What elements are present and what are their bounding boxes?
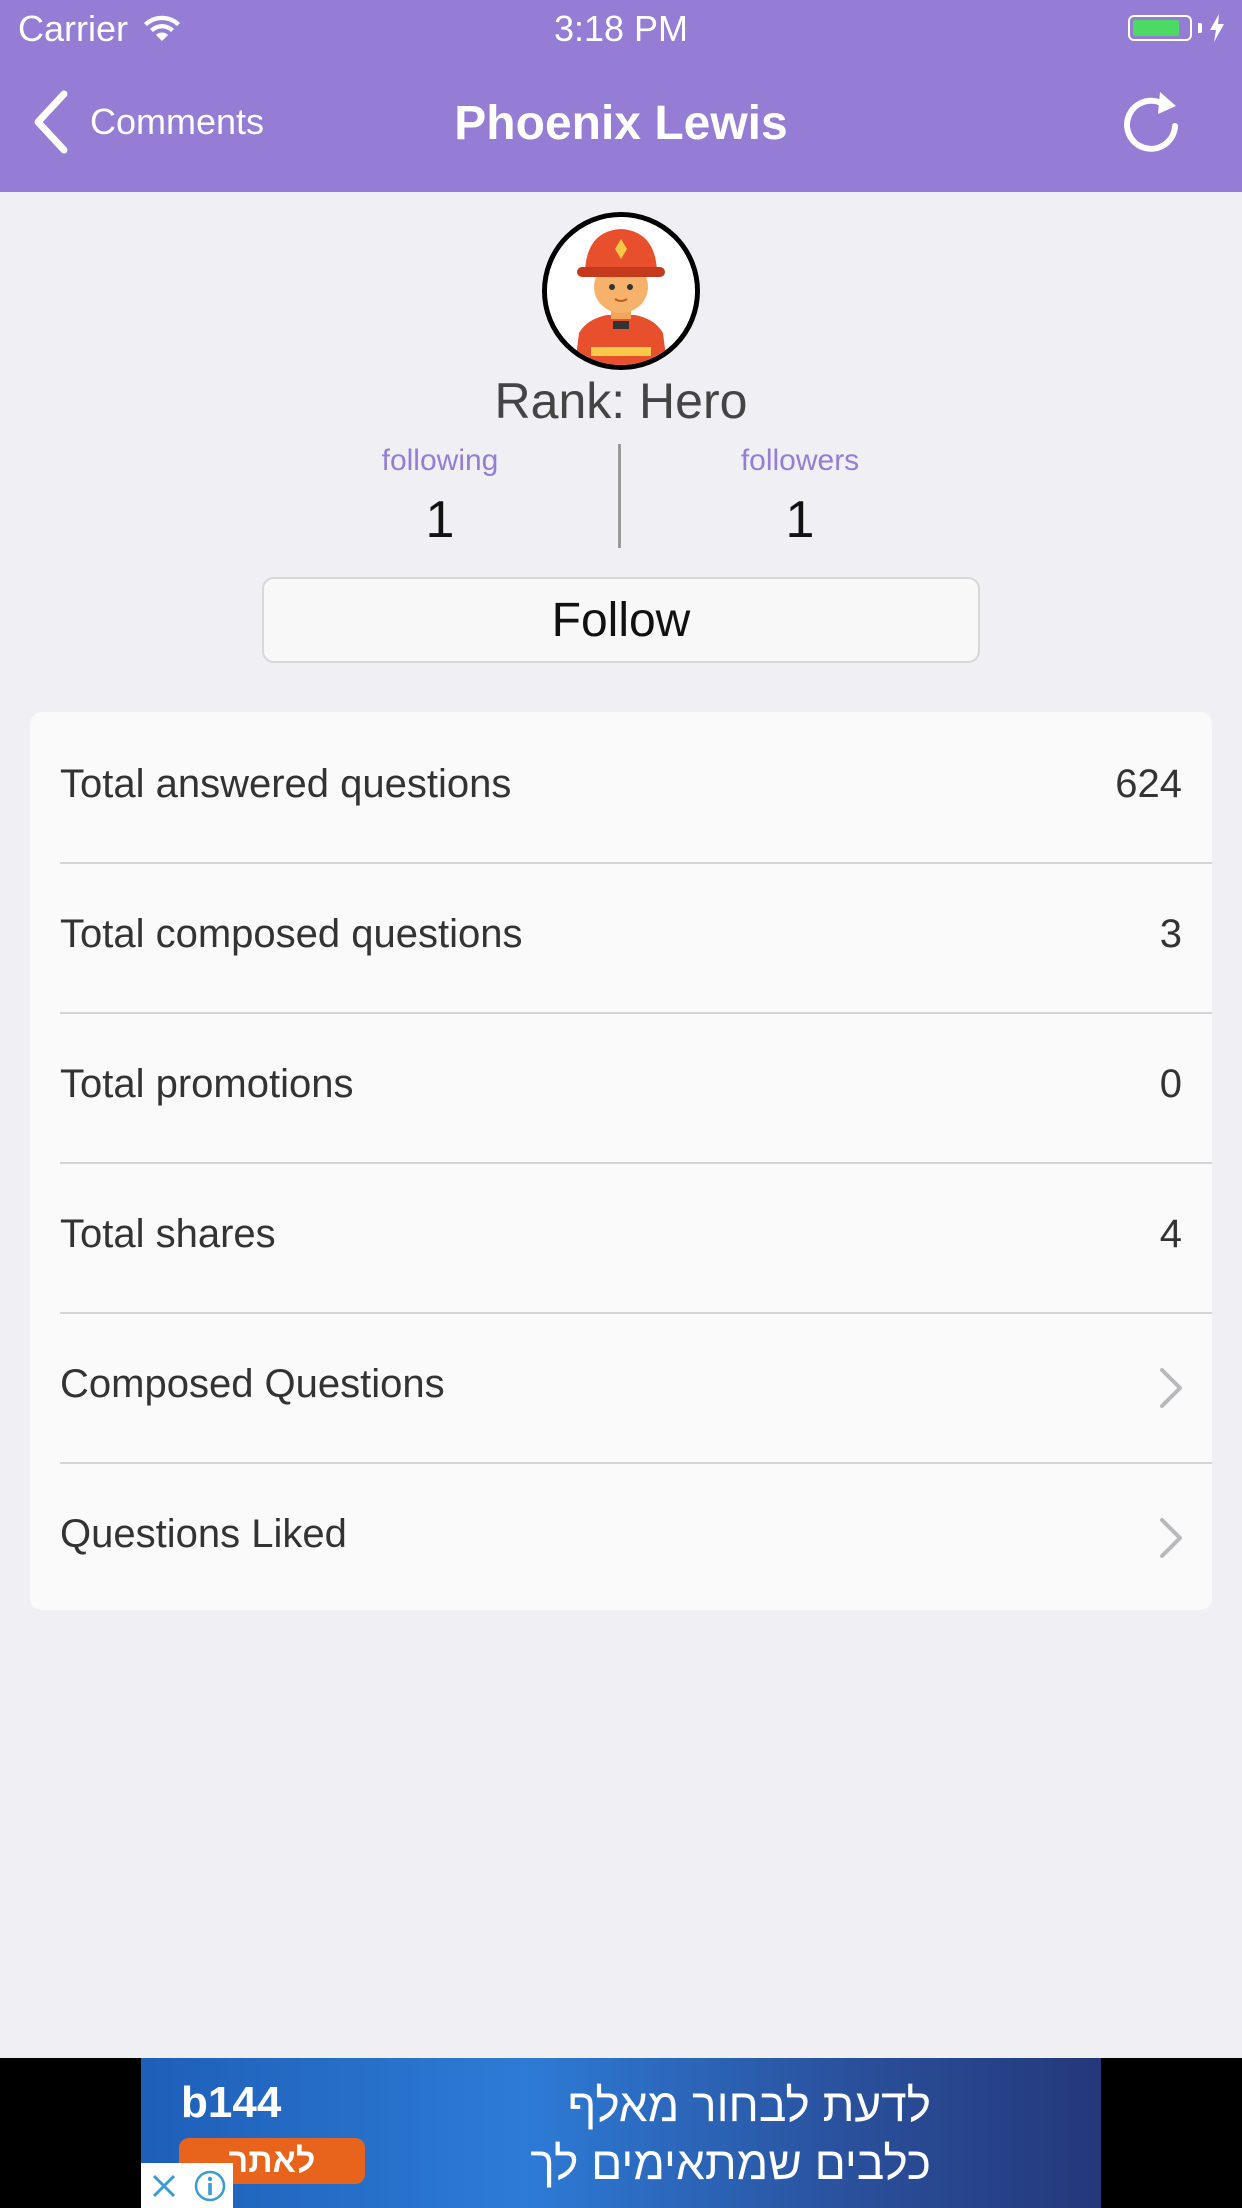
followers-count: 1 <box>785 491 815 549</box>
followers-stat[interactable]: followers 1 <box>650 444 950 550</box>
page-title: Phoenix Lewis <box>454 97 788 150</box>
stat-row-promotions: Total promotions 0 <box>30 1012 1212 1162</box>
battery-icon <box>1128 15 1192 41</box>
avatar <box>542 212 700 370</box>
firefighter-avatar-icon <box>547 217 695 365</box>
stat-row-label: Total answered questions <box>60 762 512 806</box>
ad-headline-1: לדעת לבחור מאלף <box>567 2079 931 2131</box>
stat-row-label: Total promotions <box>60 1062 354 1106</box>
close-icon <box>152 2174 176 2197</box>
link-row-label: Composed Questions <box>60 1362 445 1406</box>
link-row-label: Questions Liked <box>60 1512 347 1556</box>
stats-card: Total answered questions 624 Total compo… <box>30 712 1212 1610</box>
stat-row-value: 0 <box>1159 1062 1182 1106</box>
status-bar: Carrier 3:18 PM <box>0 0 1242 60</box>
stat-divider <box>618 444 621 548</box>
stat-row-shares: Total shares 4 <box>30 1162 1212 1312</box>
profile-screen: Carrier 3:18 PM Comments Phoenix Lewis R… <box>0 0 1242 2208</box>
ad-info-button[interactable] <box>187 2163 233 2208</box>
following-stat[interactable]: following 1 <box>290 444 590 550</box>
stat-row-composed: Total composed questions 3 <box>30 862 1212 1012</box>
ad-banner[interactable]: b144 לאתר לדעת לבחור מאלף כלבים שמתאימים… <box>141 2058 1101 2208</box>
following-count: 1 <box>425 491 455 549</box>
stat-row-label: Total composed questions <box>60 912 523 956</box>
battery-nub <box>1198 23 1202 33</box>
header: Carrier 3:18 PM Comments Phoenix Lewis <box>0 0 1242 192</box>
follow-button[interactable]: Follow <box>262 577 980 663</box>
battery-fill <box>1133 20 1179 36</box>
ad-headline-2: כלבים שמתאימים לך <box>530 2137 931 2189</box>
ad-brand: b144 <box>181 2078 282 2127</box>
rank-label: Rank: Hero <box>494 373 748 429</box>
nav-bar: Comments Phoenix Lewis <box>0 60 1242 192</box>
charging-bolt-icon <box>1210 14 1224 42</box>
ad-close-button[interactable] <box>141 2163 187 2208</box>
following-label: following <box>381 444 499 477</box>
refresh-icon[interactable] <box>1116 90 1186 160</box>
questions-liked-link[interactable]: Questions Liked <box>30 1462 1212 1610</box>
stat-row-value: 4 <box>1159 1212 1182 1256</box>
chevron-right-icon <box>1160 1518 1182 1558</box>
composed-questions-link[interactable]: Composed Questions <box>30 1312 1212 1462</box>
stat-row-value: 3 <box>1159 912 1182 956</box>
stat-row-value: 624 <box>1115 762 1182 806</box>
stat-row-answered: Total answered questions 624 <box>30 712 1212 862</box>
status-time: 3:18 PM <box>553 8 689 49</box>
followers-label: followers <box>740 444 860 477</box>
battery-indicator <box>1128 14 1226 42</box>
ad-controls <box>141 2163 233 2208</box>
info-icon <box>194 2170 226 2201</box>
stat-row-label: Total shares <box>60 1212 276 1256</box>
chevron-right-icon <box>1160 1368 1182 1408</box>
